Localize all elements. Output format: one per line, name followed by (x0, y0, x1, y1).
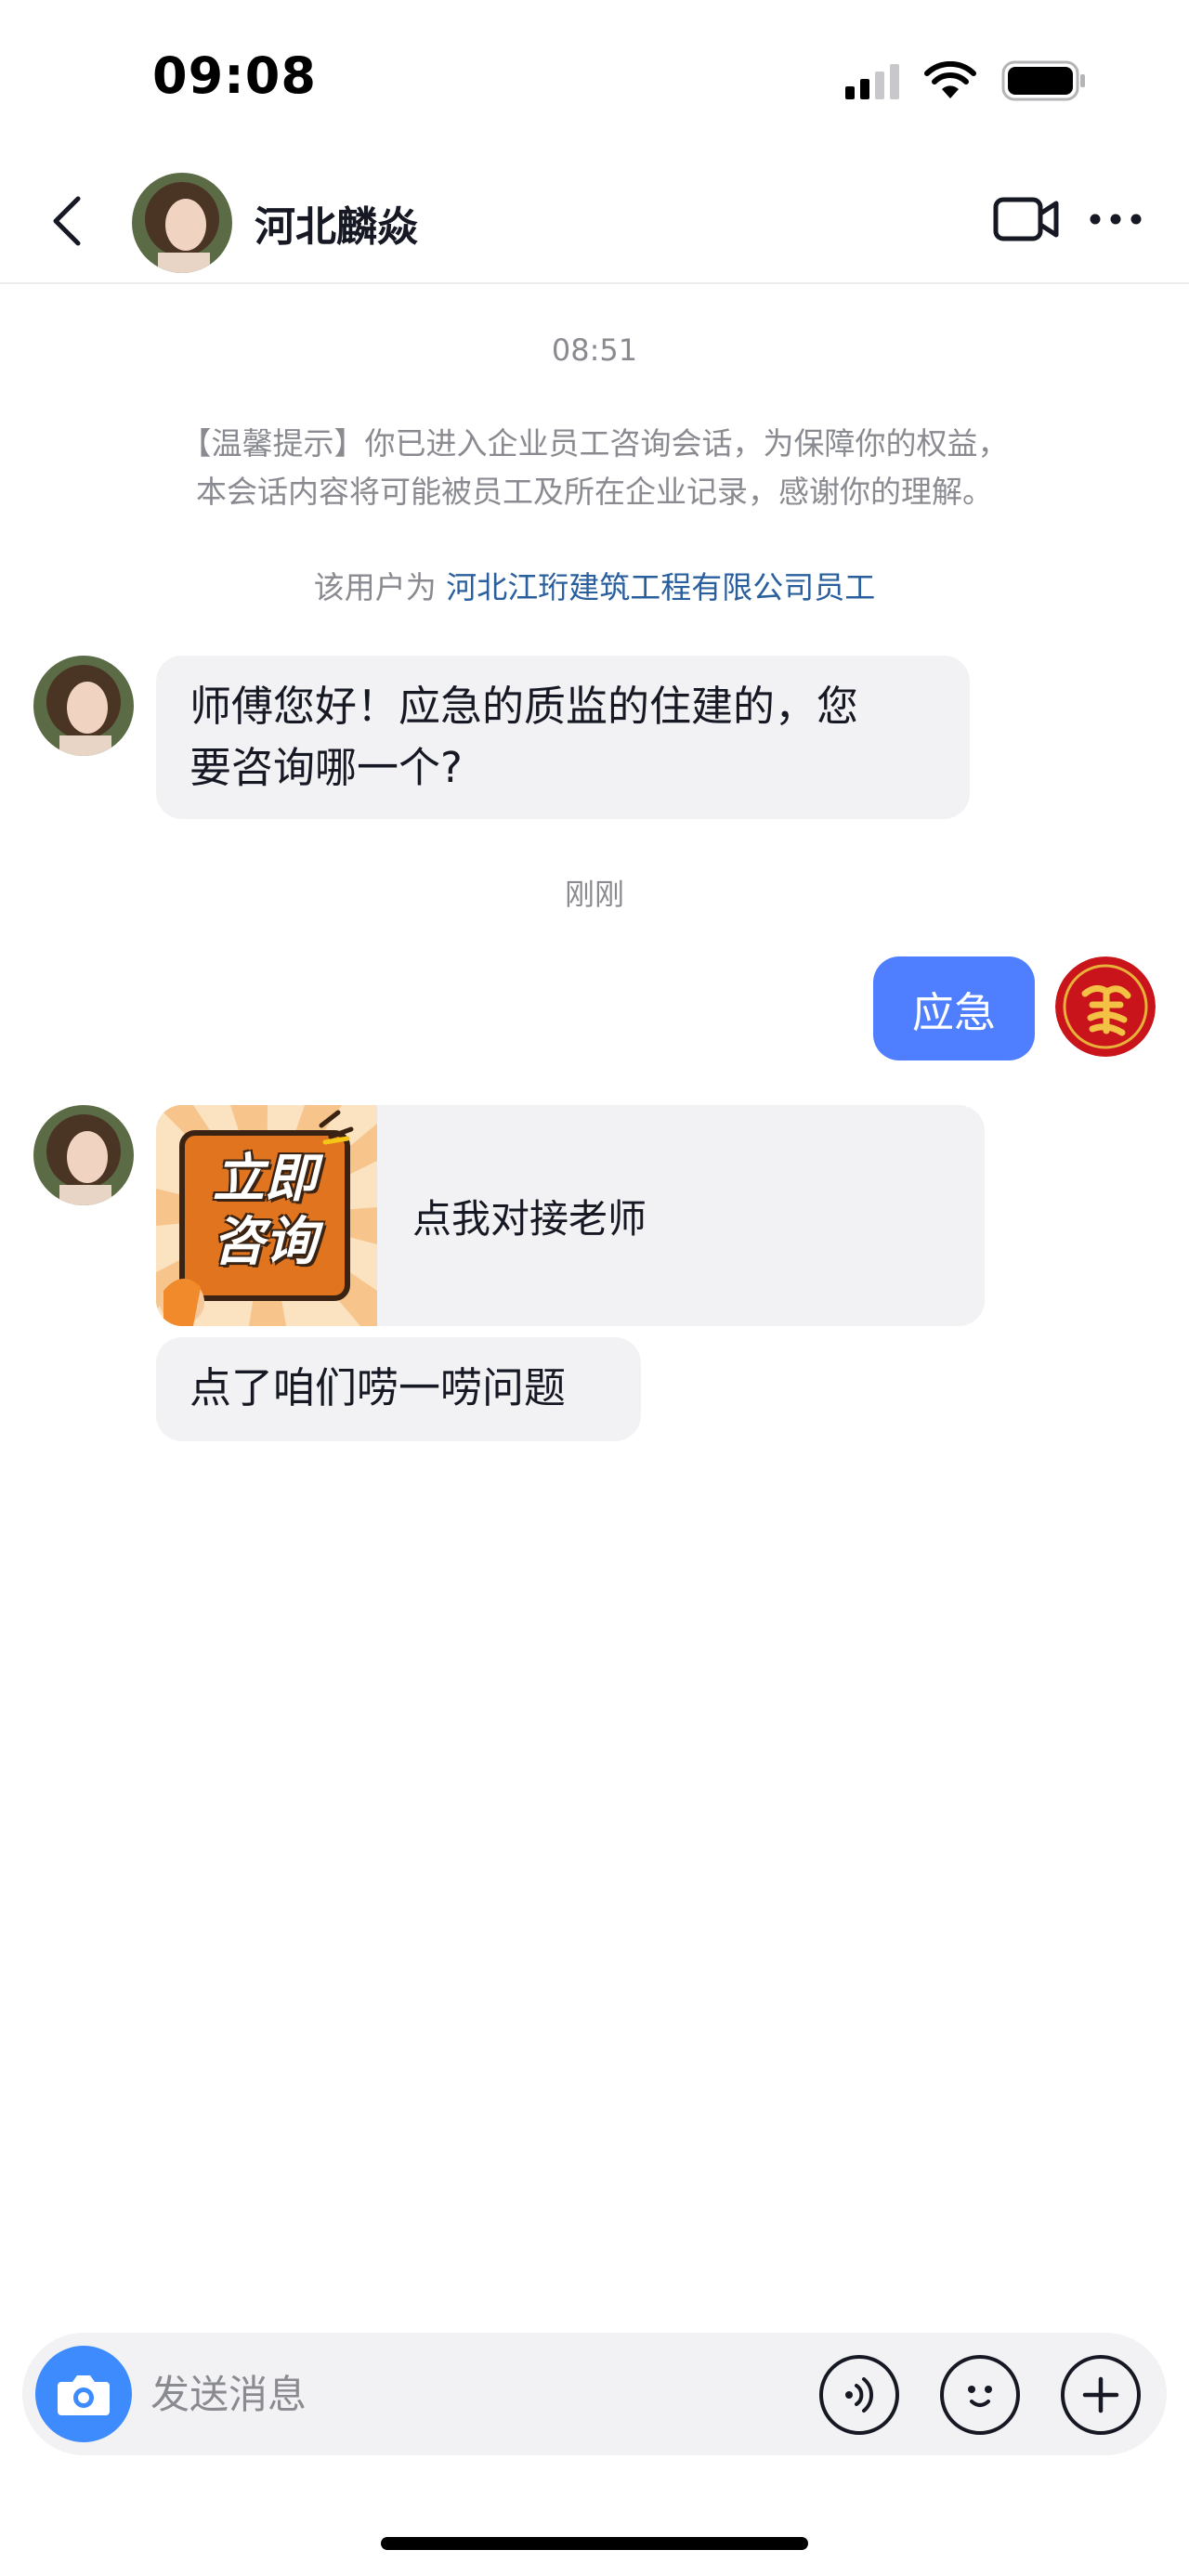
consult-thumbnail: 立即 咨询 (156, 1105, 377, 1326)
video-call-button[interactable] (992, 189, 1061, 249)
message-timestamp: 08:51 (551, 332, 638, 368)
company-link[interactable]: 河北江珩建筑工程有限公司员工 (446, 569, 875, 605)
contact-avatar[interactable] (132, 173, 232, 273)
emoji-button[interactable] (940, 2355, 1020, 2435)
card-badge-line: 咨询 (213, 1212, 317, 1272)
message-input-bar (22, 2333, 1167, 2455)
sender-avatar[interactable] (33, 1105, 134, 1205)
battery-icon (1001, 60, 1085, 101)
message-input[interactable] (150, 2359, 801, 2429)
chat-header: 河北麟焱 (0, 158, 1189, 284)
message-timestamp: 刚刚 (564, 877, 624, 912)
camera-button[interactable] (35, 2346, 132, 2442)
consult-card[interactable]: 立即 咨询 点我对接老师 (156, 1105, 985, 1326)
emoji-icon (968, 2386, 992, 2407)
chat-screen: 09:08 河北麟焱 08:51 【温馨提示】你已进入企业员工咨询会话，为保障你… (0, 0, 1189, 2576)
status-icons (845, 58, 1087, 104)
plus-icon (1082, 2376, 1119, 2413)
more-icon (1090, 214, 1142, 225)
sender-avatar[interactable] (33, 656, 134, 756)
status-bar: 09:08 (0, 0, 1189, 158)
back-button[interactable] (37, 191, 97, 251)
contact-name: 河北麟焱 (255, 203, 418, 251)
identity-prefix: 该用户为 (313, 569, 437, 605)
notice-line: 本会话内容将可能被员工及所在企业记录，感谢你的理解。 (196, 474, 993, 510)
notice-line: 【温馨提示】你已进入企业员工咨询会话，为保障你的权益， (180, 425, 1009, 462)
my-avatar[interactable] (1055, 956, 1156, 1057)
status-time: 09:08 (152, 46, 317, 105)
plus-button[interactable] (1061, 2355, 1141, 2435)
card-badge: 立即 咨询 (195, 1148, 334, 1274)
wifi-icon (924, 61, 976, 98)
outgoing-message[interactable]: 应急 (873, 956, 1035, 1060)
back-arrow-icon (53, 196, 81, 246)
home-indicator[interactable] (381, 2537, 808, 2550)
more-button[interactable] (1085, 189, 1146, 249)
card-label: 点我对接老师 (412, 1195, 647, 1242)
message-line: 师傅您好！应急的质监的住建的，您 (189, 682, 859, 731)
video-call-icon (993, 197, 1059, 241)
cellular-signal-icon (845, 62, 899, 99)
voice-icon (845, 2377, 874, 2413)
message-line: 要咨询哪一个? (189, 743, 463, 792)
system-notice: 【温馨提示】你已进入企业员工咨询会话，为保障你的权益， 本会话内容将可能被员工及… (111, 420, 1078, 516)
identity-notice: 该用户为 河北江珩建筑工程有限公司员工 (0, 563, 1189, 607)
voice-button[interactable] (819, 2355, 899, 2435)
card-badge-line: 立即 (213, 1149, 317, 1209)
incoming-message[interactable]: 师傅您好！应急的质监的住建的，您 要咨询哪一个? (156, 656, 970, 819)
camera-icon (58, 2375, 110, 2415)
incoming-message[interactable]: 点了咱们唠一唠问题 (156, 1337, 641, 1441)
